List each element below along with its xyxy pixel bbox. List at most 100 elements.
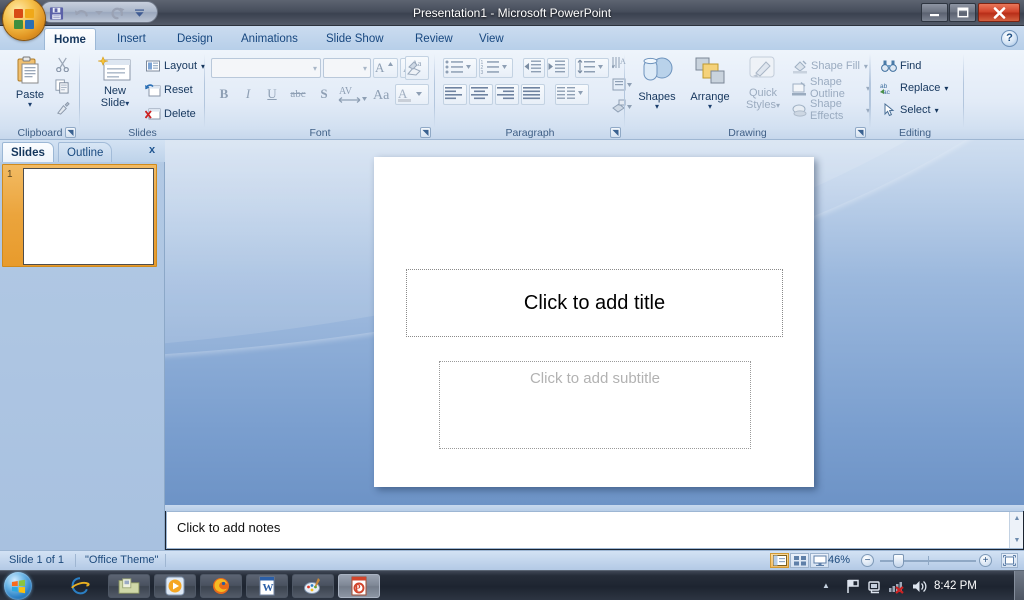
subtitle-placeholder[interactable]: Click to add subtitle bbox=[439, 361, 751, 449]
font-name-chevron-down-icon[interactable]: ▾ bbox=[313, 64, 317, 73]
notes-scroll-down-icon[interactable]: ▼ bbox=[1011, 535, 1023, 547]
title-placeholder[interactable]: Click to add title bbox=[406, 269, 783, 337]
save-icon[interactable] bbox=[46, 5, 66, 21]
replace-button[interactable]: ab ac Replace ▾ bbox=[880, 78, 948, 98]
shape-fill-button[interactable]: Shape Fill ▾ bbox=[791, 56, 868, 76]
font-name-input[interactable]: ▾ bbox=[211, 58, 321, 78]
new-slide-button[interactable]: New Slide▾ bbox=[88, 56, 142, 109]
shapes-button[interactable]: Shapes ▾ bbox=[633, 56, 681, 111]
paragraph-dialog-launcher[interactable]: ◥ bbox=[610, 127, 621, 138]
minimize-button[interactable] bbox=[921, 3, 948, 22]
taskbar-item-explorer[interactable] bbox=[108, 574, 150, 598]
font-color-button[interactable]: A bbox=[395, 84, 429, 105]
numbering-button[interactable]: 123 bbox=[479, 58, 513, 78]
fit-to-window-button[interactable] bbox=[1001, 553, 1018, 568]
tab-slide-show[interactable]: Slide Show bbox=[317, 28, 393, 50]
align-center-button[interactable] bbox=[469, 84, 493, 105]
slide-canvas[interactable]: Click to add title Click to add subtitle bbox=[374, 157, 814, 487]
columns-button[interactable] bbox=[555, 84, 589, 105]
taskbar-item-powerpoint[interactable]: P bbox=[338, 574, 380, 598]
zoom-in-button[interactable]: + bbox=[979, 554, 992, 567]
window-title-bar[interactable]: Presentation1 - Microsoft PowerPoint bbox=[0, 0, 1024, 26]
bold-button[interactable]: B bbox=[213, 84, 235, 104]
quick-styles-button[interactable]: Quick Styles▾ bbox=[739, 56, 787, 111]
new-slide-chevron-down-icon[interactable]: ▾ bbox=[125, 99, 129, 108]
notes-pane[interactable]: Click to add notes ▲ ▼ bbox=[166, 511, 1023, 549]
delete-slide-button[interactable]: Delete bbox=[144, 104, 196, 124]
shape-outline-button[interactable]: Shape Outline ▾ bbox=[791, 76, 870, 100]
select-chevron-down-icon[interactable]: ▾ bbox=[935, 106, 939, 114]
drawing-dialog-launcher[interactable]: ◥ bbox=[855, 127, 866, 138]
help-icon[interactable]: ? bbox=[1001, 30, 1018, 47]
paste-button[interactable]: Paste ▾ bbox=[8, 56, 52, 109]
decrease-indent-button[interactable] bbox=[523, 58, 545, 78]
close-button[interactable] bbox=[978, 3, 1020, 22]
tab-review[interactable]: Review bbox=[406, 28, 462, 50]
panel-tab-slides[interactable]: Slides bbox=[2, 142, 54, 162]
taskbar-item-word[interactable]: W bbox=[246, 574, 288, 598]
normal-view-button[interactable] bbox=[770, 553, 789, 568]
undo-icon[interactable] bbox=[71, 5, 91, 21]
increase-indent-button[interactable] bbox=[547, 58, 569, 78]
shapes-chevron-down-icon[interactable]: ▾ bbox=[633, 103, 681, 111]
arrange-button[interactable]: Arrange ▾ bbox=[683, 56, 737, 111]
underline-button[interactable]: U bbox=[261, 84, 283, 104]
cut-button[interactable] bbox=[52, 54, 72, 74]
character-spacing-button[interactable]: AV bbox=[337, 82, 369, 105]
redo-icon[interactable] bbox=[107, 5, 127, 21]
taskbar-item-paint[interactable] bbox=[292, 574, 334, 598]
undo-dropdown-chevron-icon[interactable] bbox=[93, 5, 104, 21]
font-size-input[interactable]: ▾ bbox=[323, 58, 371, 78]
shape-fill-chevron-down-icon[interactable]: ▾ bbox=[864, 62, 868, 70]
network-signal-icon[interactable] bbox=[888, 578, 906, 594]
strikethrough-button[interactable]: abc bbox=[285, 84, 311, 104]
font-size-chevron-down-icon[interactable]: ▾ bbox=[363, 64, 367, 73]
format-painter-button[interactable] bbox=[52, 98, 72, 118]
line-spacing-button[interactable] bbox=[575, 58, 609, 78]
start-button[interactable] bbox=[4, 572, 32, 600]
quick-styles-chevron-down-icon[interactable]: ▾ bbox=[776, 101, 780, 110]
zoom-slider-thumb[interactable] bbox=[893, 554, 904, 568]
notes-scrollbar[interactable]: ▲ ▼ bbox=[1009, 512, 1023, 548]
network-disconnected-icon[interactable] bbox=[866, 578, 884, 594]
slide-thumbnail-1[interactable]: 1 bbox=[2, 164, 157, 267]
select-button[interactable]: Select ▾ bbox=[880, 100, 939, 120]
slide-show-view-button[interactable] bbox=[810, 553, 829, 568]
notes-scroll-up-icon[interactable]: ▲ bbox=[1011, 513, 1023, 525]
show-hidden-icons-chevron-up-icon[interactable]: ▲ bbox=[822, 581, 830, 590]
tab-animations[interactable]: Animations bbox=[232, 28, 307, 50]
bullets-button[interactable] bbox=[443, 58, 477, 78]
panel-tab-outline[interactable]: Outline bbox=[58, 142, 113, 162]
replace-chevron-down-icon[interactable]: ▾ bbox=[944, 84, 948, 92]
clipboard-dialog-launcher[interactable]: ◥ bbox=[65, 127, 76, 138]
office-button[interactable] bbox=[3, 0, 45, 40]
text-shadow-button[interactable]: S bbox=[313, 84, 335, 104]
taskbar-clock[interactable]: 8:42 PM bbox=[934, 571, 977, 600]
internet-explorer-quicklaunch[interactable] bbox=[68, 574, 92, 598]
copy-button[interactable] bbox=[52, 76, 72, 96]
find-button[interactable]: Find bbox=[880, 56, 921, 76]
volume-icon[interactable] bbox=[910, 578, 928, 594]
shape-effects-button[interactable]: Shape Effects ▾ bbox=[791, 98, 870, 122]
grow-font-button[interactable]: A bbox=[373, 58, 398, 78]
taskbar-item-media-player[interactable] bbox=[154, 574, 196, 598]
zoom-out-button[interactable]: − bbox=[861, 554, 874, 567]
italic-button[interactable]: I bbox=[237, 84, 259, 104]
tab-home[interactable]: Home bbox=[44, 28, 96, 50]
tab-design[interactable]: Design bbox=[168, 28, 222, 50]
slide-sorter-view-button[interactable] bbox=[790, 553, 809, 568]
action-center-flag-icon[interactable] bbox=[844, 578, 862, 594]
align-left-button[interactable] bbox=[443, 84, 467, 105]
align-right-button[interactable] bbox=[495, 84, 519, 105]
maximize-restore-button[interactable] bbox=[949, 3, 976, 22]
clear-formatting-button[interactable]: Aa bbox=[405, 56, 429, 80]
customize-quick-access-chevron-down-icon[interactable] bbox=[131, 5, 147, 21]
layout-button[interactable]: Layout ▾ bbox=[144, 56, 205, 76]
font-dialog-launcher[interactable]: ◥ bbox=[420, 127, 431, 138]
paste-chevron-down-icon[interactable]: ▾ bbox=[8, 101, 52, 109]
reset-slide-button[interactable]: Reset bbox=[144, 80, 193, 100]
close-panel-icon[interactable]: x bbox=[145, 143, 159, 157]
tab-insert[interactable]: Insert bbox=[108, 28, 155, 50]
show-desktop-button[interactable] bbox=[1014, 571, 1024, 600]
tab-view[interactable]: View bbox=[470, 28, 513, 50]
